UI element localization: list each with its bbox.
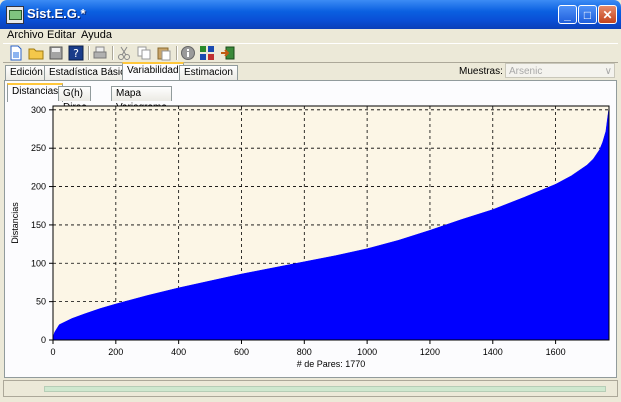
title-bar: Sist.E.G.* _ □ ✕: [0, 0, 621, 29]
export-icon[interactable]: [220, 45, 236, 61]
x-tick-label: 1400: [483, 347, 503, 357]
muestras-value: Arsenic: [509, 66, 543, 77]
chart-area: 0 50 100 150 200 250 300 0 200 400 600 800 1000 1200 1…: [8, 99, 614, 375]
close-button[interactable]: ✕: [598, 5, 617, 24]
print-icon[interactable]: [92, 45, 108, 61]
tab-estimacion[interactable]: Estimacion: [179, 65, 238, 80]
toolbar: ?: [3, 43, 618, 63]
window-title: Sist.E.G.*: [27, 6, 86, 21]
y-tick-label: 50: [36, 297, 46, 307]
paste-icon[interactable]: [156, 45, 172, 61]
copy-icon[interactable]: [136, 45, 152, 61]
y-axis-label: Distancias: [10, 202, 20, 244]
menu-archivo[interactable]: Archivo: [7, 29, 44, 41]
x-tick-label: 1200: [420, 347, 440, 357]
maximize-button[interactable]: □: [578, 5, 597, 24]
x-tick-label: 0: [50, 347, 55, 357]
tab-variabilidad[interactable]: Variabilidad: [122, 62, 184, 81]
save-icon[interactable]: [48, 45, 64, 61]
y-tick-label: 200: [31, 182, 46, 192]
muestras-label: Muestras:: [459, 66, 503, 77]
info-icon[interactable]: [180, 45, 196, 61]
x-tick-label: 600: [234, 347, 249, 357]
app-icon: [6, 6, 24, 24]
open-folder-icon[interactable]: [28, 45, 44, 61]
menu-editar[interactable]: Editar: [47, 29, 76, 41]
menu-bar: Archivo Editar Ayuda: [3, 29, 618, 44]
minimize-button[interactable]: _: [558, 5, 577, 24]
x-axis-label: # de Pares: 1770: [297, 359, 366, 369]
toolbar-separator: [176, 46, 178, 60]
y-tick-label: 0: [41, 335, 46, 345]
tab-edicion[interactable]: Edición: [5, 65, 48, 80]
muestras-select[interactable]: Arsenic ∨: [505, 63, 615, 78]
toolbar-separator: [112, 46, 114, 60]
x-tick-label: 800: [297, 347, 312, 357]
y-tick-label: 300: [31, 105, 46, 115]
grid-icon[interactable]: [199, 45, 215, 61]
y-tick-label: 250: [31, 143, 46, 153]
x-tick-label: 400: [171, 347, 186, 357]
menu-ayuda[interactable]: Ayuda: [81, 29, 112, 41]
x-tick-label: 200: [108, 347, 123, 357]
distance-chart: 0 50 100 150 200 250 300 0 200 400 600 800 1000 1200 1…: [10, 105, 610, 369]
toolbar-separator: [88, 46, 90, 60]
new-file-icon[interactable]: [8, 45, 24, 61]
svg-text:?: ?: [73, 47, 79, 60]
x-tick-label: 1600: [546, 347, 566, 357]
x-tick-label: 1000: [357, 347, 377, 357]
y-tick-label: 100: [31, 258, 46, 268]
chevron-down-icon: ∨: [604, 66, 612, 77]
cut-icon[interactable]: [116, 45, 132, 61]
status-bar: [3, 380, 618, 397]
y-tick-label: 150: [31, 220, 46, 230]
help-icon[interactable]: ?: [68, 45, 84, 61]
progress-track: [44, 386, 606, 392]
